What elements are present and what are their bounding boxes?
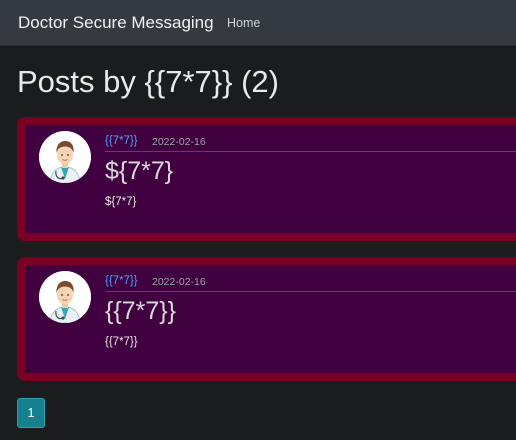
post-body: ${7*7} xyxy=(105,196,137,208)
post-date: 2022-02-16 xyxy=(152,276,206,288)
pagination-page-button[interactable]: 1 xyxy=(17,398,45,428)
post-divider xyxy=(105,291,516,292)
post-body: {{7*7}} xyxy=(105,336,138,348)
post-card: {{7*7}} 2022-02-16 ${7*7} ${7*7} xyxy=(17,117,516,241)
post-card: {{7*7}} 2022-02-16 {{7*7}} {{7*7}} xyxy=(17,257,516,381)
navbar: Doctor Secure Messaging Home xyxy=(0,0,516,46)
brand-link[interactable]: Doctor Secure Messaging xyxy=(18,13,214,33)
page-title: Posts by {{7*7}} (2) xyxy=(17,64,279,99)
nav-home-link[interactable]: Home xyxy=(227,16,260,30)
post-title: {{7*7}} xyxy=(105,297,176,325)
post-date: 2022-02-16 xyxy=(152,136,206,148)
post-author-link[interactable]: {{7*7}} xyxy=(105,135,138,147)
post-title: ${7*7} xyxy=(105,157,174,185)
post-author-link[interactable]: {{7*7}} xyxy=(105,275,138,287)
post-card-body: {{7*7}} 2022-02-16 {{7*7}} {{7*7}} xyxy=(25,265,516,373)
doctor-avatar-icon xyxy=(39,131,91,183)
doctor-avatar-icon xyxy=(39,271,91,323)
post-divider xyxy=(105,151,516,152)
post-card-body: {{7*7}} 2022-02-16 ${7*7} ${7*7} xyxy=(25,125,516,233)
